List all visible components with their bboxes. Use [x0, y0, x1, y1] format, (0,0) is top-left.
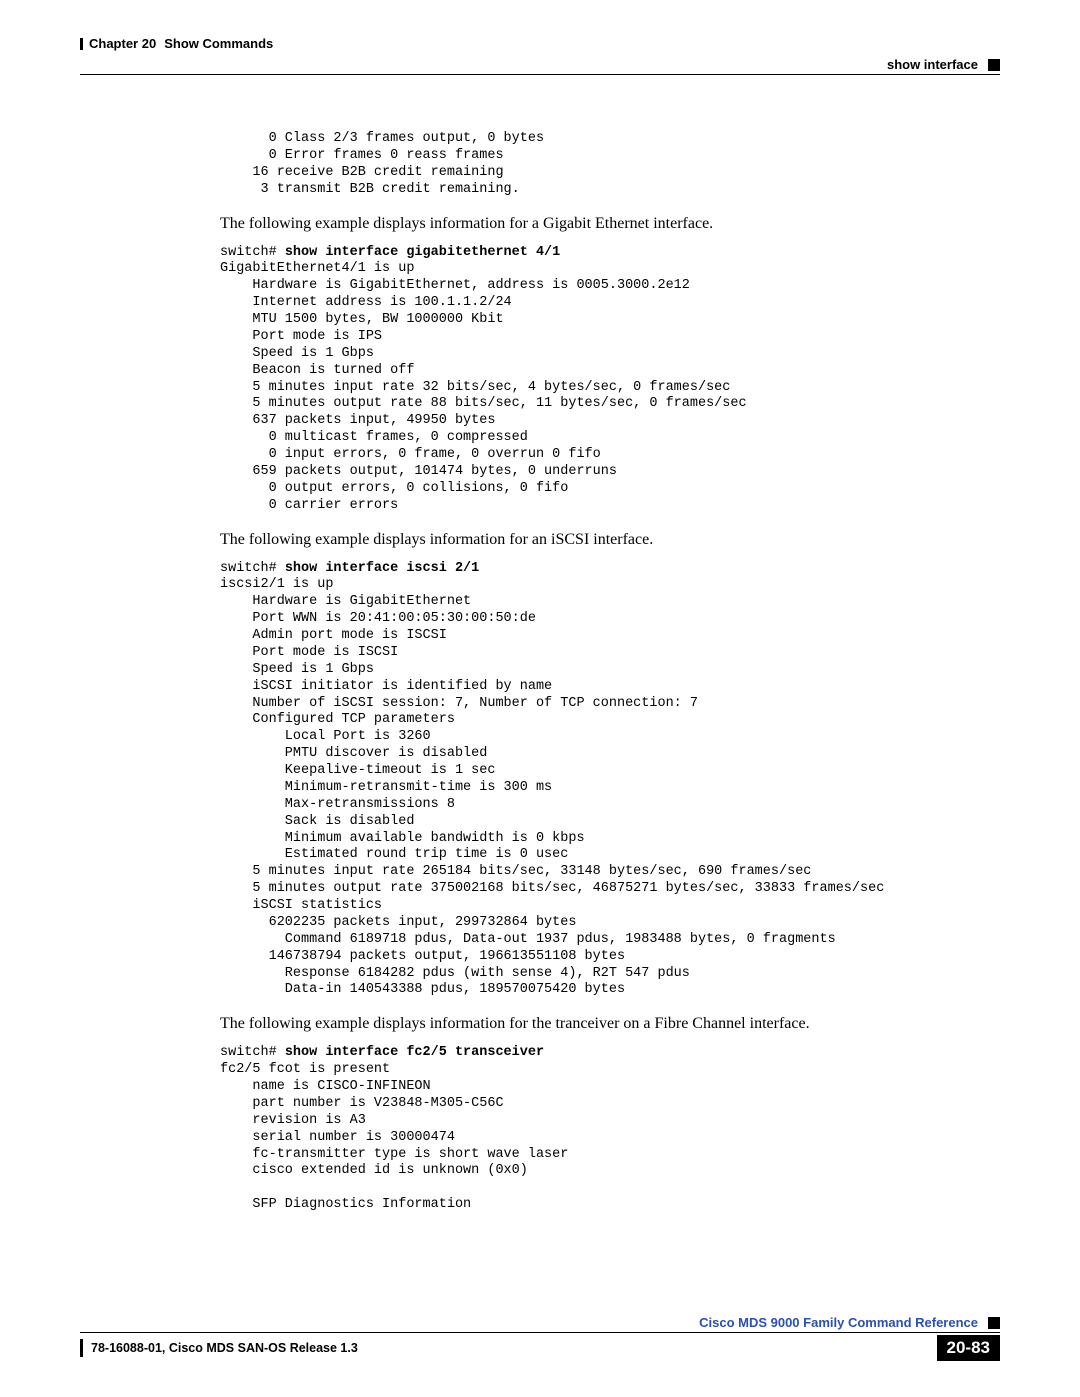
page-number: 20-83: [937, 1335, 1000, 1361]
header-square-icon: [988, 59, 1000, 71]
page-header: Chapter 20 Show Commands show interface: [80, 36, 1000, 75]
footer-square-icon: [988, 1317, 1000, 1329]
body-text-1: The following example displays informati…: [220, 215, 980, 233]
footer-top-row: Cisco MDS 9000 Family Command Reference: [80, 1315, 1000, 1333]
section-title: show interface: [887, 57, 978, 72]
footer-bottom-row: 78-16088-01, Cisco MDS SAN-OS Release 1.…: [80, 1335, 1000, 1361]
header-section-row: show interface: [80, 57, 1000, 72]
document-id: 78-16088-01, Cisco MDS SAN-OS Release 1.…: [91, 1341, 358, 1355]
code-block-4-head: switch# show interface fc2/5 transceiver: [220, 1045, 980, 1062]
page-container: Chapter 20 Show Commands show interface …: [80, 36, 1000, 1361]
body-text-3: The following example displays informati…: [220, 1015, 980, 1033]
chapter-title: Show Commands: [164, 36, 273, 51]
footer-accent-bar: [80, 1339, 83, 1357]
command: show interface gigabitethernet 4/1: [285, 245, 560, 260]
book-title: Cisco MDS 9000 Family Command Reference: [699, 1315, 978, 1330]
chapter-number: Chapter 20: [89, 36, 156, 51]
prompt: switch#: [220, 1045, 285, 1060]
prompt: switch#: [220, 561, 285, 576]
code-block-3: iscsi2/1 is up Hardware is GigabitEthern…: [220, 577, 980, 999]
command: show interface fc2/5 transceiver: [285, 1045, 544, 1060]
code-block-2: GigabitEthernet4/1 is up Hardware is Gig…: [220, 261, 980, 514]
header-top-row: Chapter 20 Show Commands: [80, 36, 1000, 51]
command: show interface iscsi 2/1: [285, 561, 479, 576]
code-block-4: fc2/5 fcot is present name is CISCO-INFI…: [220, 1062, 980, 1214]
page-footer: Cisco MDS 9000 Family Command Reference …: [80, 1315, 1000, 1361]
code-block-2-head: switch# show interface gigabitethernet 4…: [220, 245, 980, 262]
code-block-1: 0 Class 2/3 frames output, 0 bytes 0 Err…: [220, 131, 980, 199]
page-content: 0 Class 2/3 frames output, 0 bytes 0 Err…: [220, 131, 980, 1214]
body-text-2: The following example displays informati…: [220, 531, 980, 549]
prompt: switch#: [220, 245, 285, 260]
footer-left: 78-16088-01, Cisco MDS SAN-OS Release 1.…: [80, 1339, 358, 1357]
header-accent-bar: [80, 38, 83, 50]
code-block-3-head: switch# show interface iscsi 2/1: [220, 561, 980, 578]
